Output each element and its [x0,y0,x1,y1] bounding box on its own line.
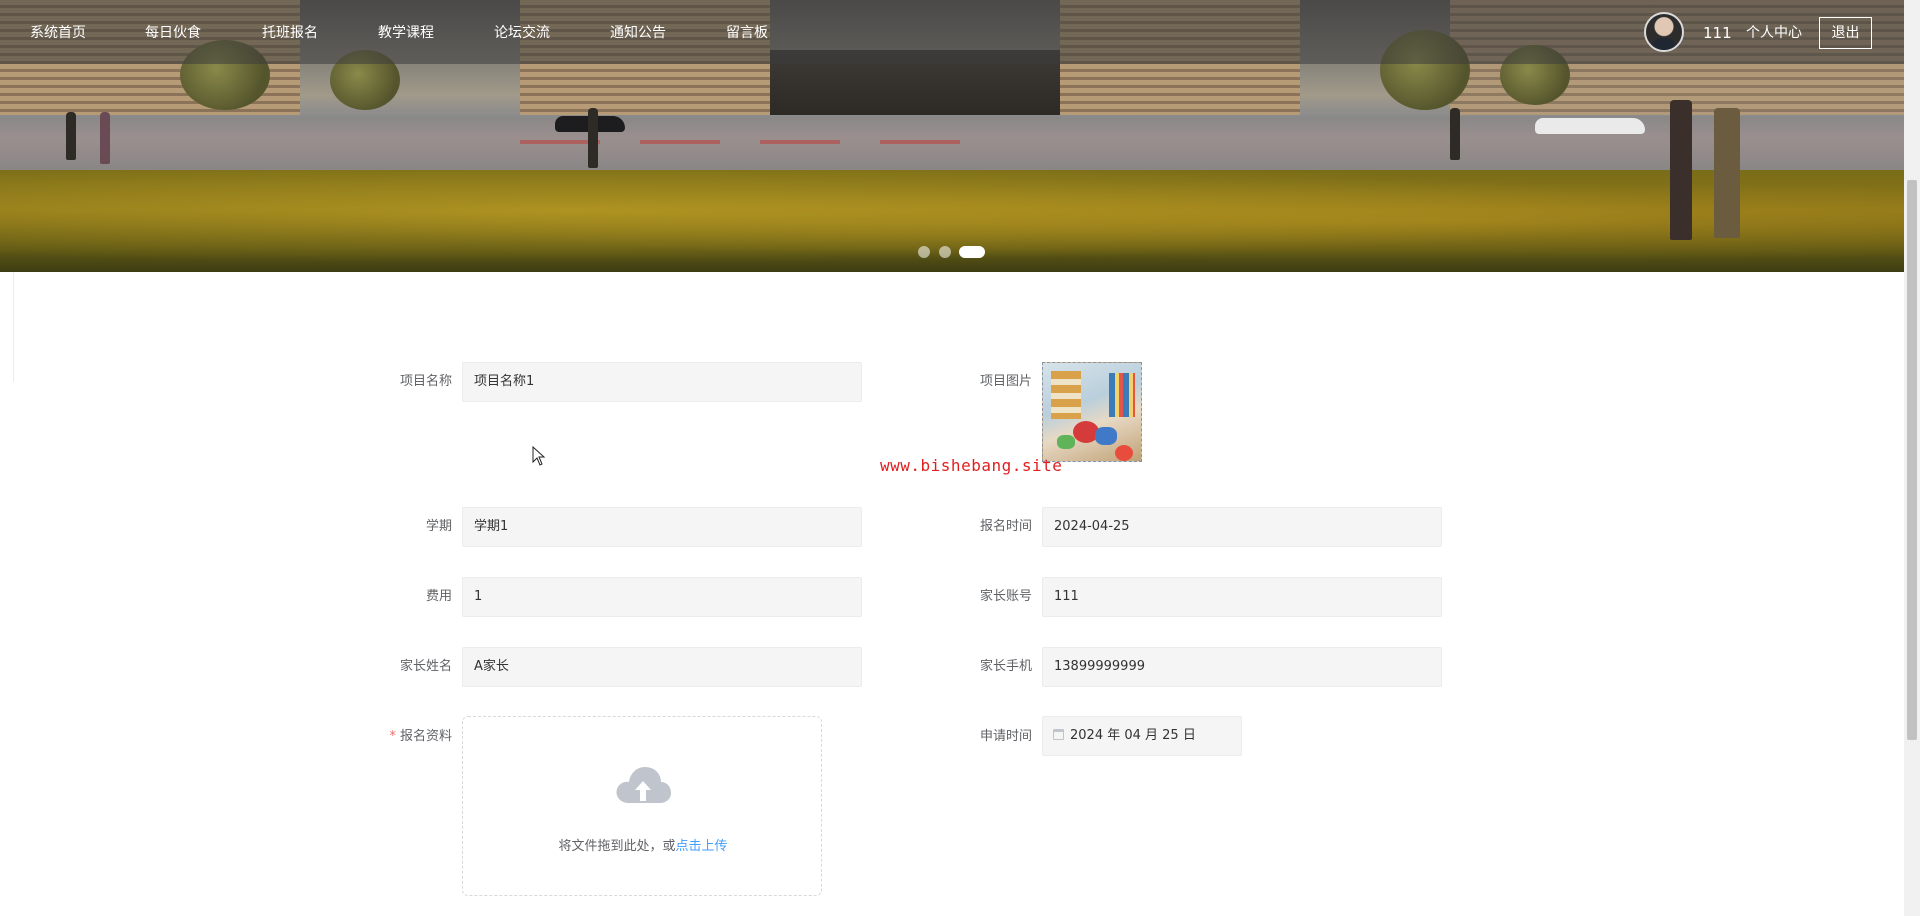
banner-lawn [0,170,1904,272]
side-divider [0,272,14,382]
scrollbar-thumb[interactable] [1907,180,1917,740]
user-name: 111 [1703,24,1732,42]
project-image-label: 项目图片 [979,374,1032,389]
banner-person [1450,108,1460,160]
nav-item-courses[interactable]: 教学课程 [378,22,434,44]
banner-person [588,108,598,168]
parent-account-label: 家长账号 [979,589,1032,604]
image-shelf [1109,373,1135,417]
carousel-dot-1[interactable] [918,246,930,258]
upload-cloud-icon [616,767,671,803]
nav-item-message-board[interactable]: 留言板 [726,22,768,44]
register-time-field[interactable]: 2024-04-25 [1042,507,1442,547]
project-name-field[interactable]: 项目名称1 [462,362,862,402]
nav-item-daily-meals[interactable]: 每日伙食 [145,22,201,44]
upload-drop-text: 将文件拖到此处，或 [558,839,676,854]
parent-name-label: 家长姓名 [399,659,452,674]
register-time-label: 报名时间 [979,519,1032,534]
project-image[interactable] [1042,362,1142,462]
calendar-icon [1053,729,1064,740]
banner-road-stripe [880,140,960,144]
parent-name-field[interactable]: A家长 [462,647,862,687]
banner-person [1714,108,1740,238]
fee-field[interactable]: 1 [462,577,862,617]
page: 系统首页 每日伙食 托班报名 教学课程 论坛交流 通知公告 留言板 111 个人… [0,0,1920,916]
parent-phone-field[interactable]: 13899999999 [1042,647,1442,687]
banner-road-stripe [760,140,840,144]
nav-item-forum[interactable]: 论坛交流 [494,22,550,44]
apply-time-value: 2024 年 04 月 25 日 [1070,728,1196,743]
upload-click-link[interactable]: 点击上传 [676,839,728,854]
required-mark: * [389,729,396,744]
mouse-cursor-icon [532,446,546,466]
image-toy [1095,427,1117,445]
avatar[interactable] [1644,12,1684,52]
logout-button[interactable]: 退出 [1819,17,1872,49]
watermark-text: www.bishebang.site [880,456,1063,475]
image-toy [1115,445,1133,461]
apply-time-label: 申请时间 [979,729,1032,744]
image-toy [1057,435,1075,449]
semester-label: 学期 [425,519,452,534]
avatar-figure [1652,38,1676,50]
banner-person [1670,100,1692,240]
profile-link[interactable]: 个人中心 [1746,22,1802,44]
nav-item-enrollment[interactable]: 托班报名 [262,22,318,44]
parent-phone-label: 家长手机 [979,659,1032,674]
banner-person [66,112,76,160]
banner-road-stripe [640,140,720,144]
apply-time-datepicker[interactable]: 2024 年 04 月 25 日 [1042,716,1242,756]
carousel-dot-3[interactable] [959,246,985,258]
project-name-label: 项目名称 [399,374,452,389]
materials-label-text: 报名资料 [399,729,452,744]
nav-item-notices[interactable]: 通知公告 [610,22,666,44]
upload-hint: 将文件拖到此处，或点击上传 [463,835,823,854]
nav-item-home[interactable]: 系统首页 [30,22,86,44]
carousel-dot-2[interactable] [939,246,951,258]
semester-field[interactable]: 学期1 [462,507,862,547]
top-nav: 系统首页 每日伙食 托班报名 教学课程 论坛交流 通知公告 留言板 111 个人… [0,0,1904,64]
parent-account-field[interactable]: 111 [1042,577,1442,617]
materials-label: * 报名资料 [352,727,452,747]
fee-label: 费用 [425,589,452,604]
file-upload-dropzone[interactable]: 将文件拖到此处，或点击上传 [462,716,822,896]
image-shelf [1051,371,1081,419]
banner-car [1535,118,1645,134]
banner-person [100,112,110,164]
